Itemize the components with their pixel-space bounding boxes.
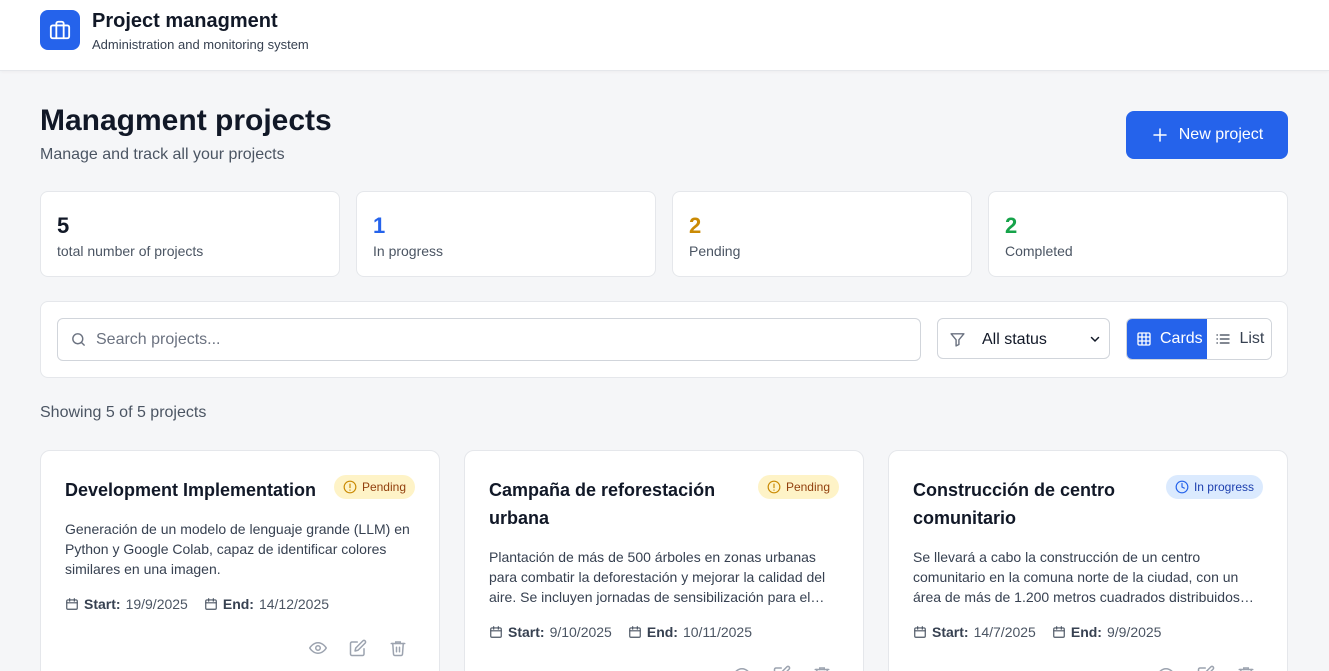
status-filter-value: All status [982,331,1047,348]
project-dates: Start: 9/10/2025 End: 10/11/2025 [489,624,768,640]
start-label: Start: [508,624,545,640]
start-date: Start: 9/10/2025 [489,624,612,640]
stat-value: 2 [1005,213,1018,238]
view-cards-button[interactable]: Cards [1127,319,1208,359]
eye-icon[interactable] [309,639,327,657]
status-badge-label: Pending [361,480,406,494]
start-value: 9/10/2025 [549,624,612,640]
start-label: Start: [932,624,969,640]
status-badge: Pending [333,475,415,499]
stat-label: Completed [1005,243,1073,259]
card-actions [1157,665,1255,671]
view-list-label: List [1239,330,1265,347]
stat-value: 1 [373,213,386,238]
status-badge: In progress [1165,475,1263,499]
alert-circle-icon [767,480,781,494]
new-project-label: New project [1178,126,1264,143]
end-label: End: [1070,624,1102,640]
stat-card-total: 5 total number of projects [40,191,340,277]
project-card[interactable]: Development Implementation Pending Gener… [40,450,440,671]
trash-icon[interactable] [813,665,831,671]
project-description: Generación de un modelo de lenguaje gran… [65,521,410,577]
project-title: Development Implementation [65,480,317,500]
start-label: Start: [84,596,121,612]
project-description: Plantación de más de 500 árboles en zona… [489,549,826,605]
project-dates: Start: 14/7/2025 End: 9/9/2025 [913,624,1177,640]
start-date: Start: 19/9/2025 [65,596,188,612]
calendar-icon [1053,626,1065,638]
project-description: Se llevará a cabo la construcción de un … [913,549,1240,605]
clock-icon [1175,480,1189,494]
search-icon [72,333,85,346]
card-actions [733,665,831,671]
new-project-button[interactable]: New project [1126,111,1288,159]
alert-circle-icon [343,480,357,494]
calendar-icon [629,626,641,638]
edit-icon[interactable] [1197,665,1215,671]
end-value: 9/9/2025 [1106,624,1162,640]
trash-icon[interactable] [389,639,407,657]
stat-label: Pending [689,243,741,259]
status-filter-select[interactable]: All status [937,318,1110,359]
grid-icon [1137,332,1151,346]
project-card[interactable]: Construcción de centro comunitario In pr… [888,450,1288,671]
end-date: End: 9/9/2025 [1052,624,1162,640]
list-icon [1216,334,1231,344]
end-value: 10/11/2025 [682,624,752,640]
app-subtitle: Administration and monitoring system [92,37,309,52]
end-label: End: [646,624,678,640]
end-date: End: 10/11/2025 [628,624,752,640]
chevron-down-icon [1090,336,1100,343]
search-box [57,318,921,361]
project-title: Construcción de centro comunitario [913,480,1116,528]
status-badge-label: In progress [1193,480,1254,494]
results-count: Showing 5 of 5 projects [40,404,207,421]
end-value: 14/12/2025 [258,596,330,612]
calendar-icon [914,626,926,638]
card-actions [309,639,407,657]
stat-card-completed: 2 Completed [988,191,1288,277]
view-cards-label: Cards [1160,330,1203,347]
filter-toolbar: All status Cards List [40,301,1288,378]
plus-icon [1153,128,1167,142]
end-label: End: [222,596,254,612]
view-list-button[interactable]: List [1207,319,1271,359]
stat-label: total number of projects [57,243,204,259]
stat-card-in-progress: 1 In progress [356,191,656,277]
project-card[interactable]: Campaña de reforestación urbana Pending … [464,450,864,671]
project-title: Campaña de reforestación urbana [489,480,716,528]
briefcase-icon [40,10,80,50]
app-title: Project managment [92,10,278,32]
end-date: End: 14/12/2025 [204,596,329,612]
eye-icon[interactable] [733,665,751,671]
calendar-icon [66,598,78,610]
start-value: 19/9/2025 [125,596,188,612]
start-value: 14/7/2025 [973,624,1036,640]
project-dates: Start: 19/9/2025 End: 14/12/2025 [65,596,345,612]
edit-icon[interactable] [349,639,367,657]
stat-card-pending: 2 Pending [672,191,972,277]
search-input[interactable] [96,319,896,360]
stat-value: 2 [689,213,702,238]
view-toggle: Cards List [1126,318,1272,360]
start-date: Start: 14/7/2025 [913,624,1036,640]
edit-icon[interactable] [773,665,791,671]
calendar-icon [490,626,502,638]
calendar-icon [205,598,217,610]
status-badge-label: Pending [785,480,830,494]
top-bar: Project managment Administration and mon… [0,0,1329,71]
page-title: Managment projects [40,104,332,137]
page-subtitle: Manage and track all your projects [40,146,285,163]
stat-value: 5 [57,213,70,238]
filter-icon [950,333,965,347]
eye-icon[interactable] [1157,665,1175,671]
status-badge: Pending [757,475,839,499]
stat-label: In progress [373,243,444,259]
trash-icon[interactable] [1237,665,1255,671]
